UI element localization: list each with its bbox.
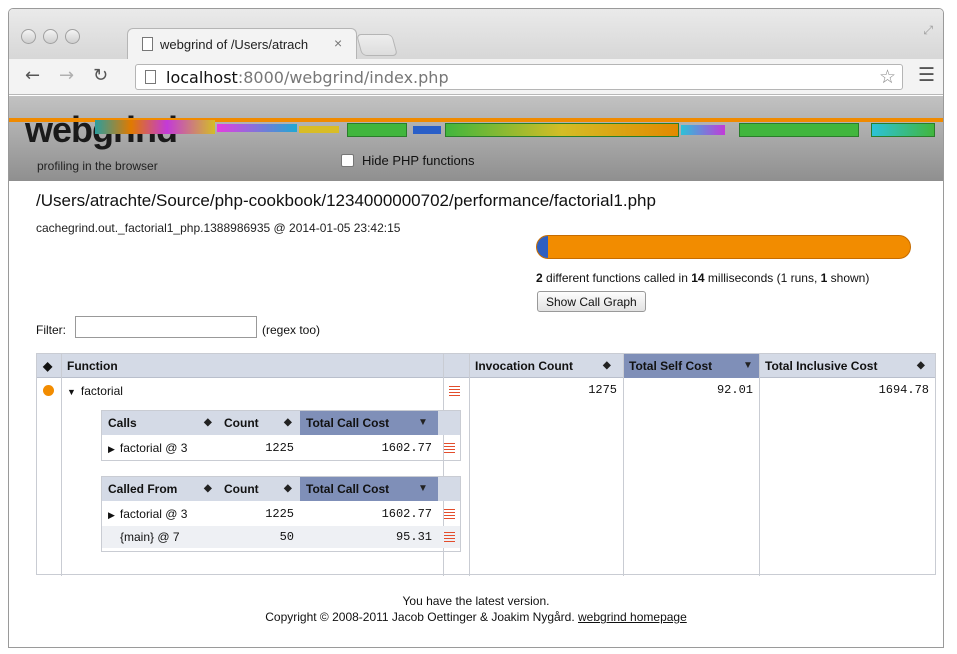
divider [61, 354, 62, 576]
show-select[interactable] [347, 123, 407, 137]
invocation-count-value: 1275 [588, 383, 617, 397]
calls-table-header: Calls ◆ Count ◆ Total Call Cost ▼ [102, 411, 460, 435]
cost-format-select[interactable] [739, 123, 859, 137]
glitch-strip [299, 126, 339, 133]
page-content: /Users/atrachte/Source/php-cookbook/1234… [9, 181, 943, 647]
filter-hint: (regex too) [262, 323, 321, 337]
bookmark-star-icon[interactable]: ☆ [879, 66, 896, 89]
progress-bar [536, 235, 911, 259]
hide-php-option[interactable]: Hide PHP functions [341, 153, 475, 168]
glitch-strip [681, 125, 725, 135]
calls-table: Calls ◆ Count ◆ Total Call Cost ▼ ▶ factoria… [101, 410, 461, 461]
column-function[interactable]: Function [61, 354, 441, 378]
column-calls[interactable]: Calls ◆ [102, 411, 218, 435]
sort-icon: ◆ [603, 360, 611, 371]
menu-icon[interactable]: ☰ [918, 64, 935, 87]
function-table: ◆ Function Invocation Count ◆ Total Self … [36, 353, 936, 576]
browser-toolbar: ← → ↻ localhost:8000/webgrind/index.php … [9, 59, 943, 95]
column-call-cost[interactable]: Total Call Cost ▼ [300, 411, 438, 435]
fullscreen-icon[interactable]: ⤢ [923, 23, 933, 38]
tab-strip: webgrind of /Users/atrach × ⤢ [9, 9, 943, 59]
file-details-icon[interactable] [444, 443, 455, 453]
table-row[interactable]: {main} @ 7 50 95.31 [102, 526, 460, 548]
summary-text: 2 different functions called in 14 milli… [536, 271, 870, 285]
file-details-icon[interactable] [449, 386, 460, 396]
filter-input[interactable] [75, 316, 257, 338]
file-select[interactable] [445, 123, 679, 137]
close-window-button[interactable] [21, 29, 36, 44]
webgrind-homepage-link[interactable]: webgrind homepage [578, 610, 687, 624]
hide-php-checkbox[interactable] [341, 154, 354, 167]
browser-tab[interactable]: webgrind of /Users/atrach × [127, 28, 357, 59]
file-details-icon[interactable] [444, 509, 455, 519]
update-button[interactable] [871, 123, 935, 137]
url-text: localhost:8000/webgrind/index.php [166, 68, 449, 87]
version-notice: You have the latest version. [402, 594, 550, 608]
called-from-table-header: Called From ◆ Count ◆ Total Call Cost ▼ [102, 477, 460, 501]
function-row-name[interactable]: ▼ factorial [67, 384, 123, 398]
page-title: /Users/atrachte/Source/php-cookbook/1234… [36, 191, 656, 210]
webgrind-header: webgrind profiling in the browser Hide P… [9, 96, 943, 181]
column-self-cost[interactable]: Total Self Cost ▼ [623, 354, 759, 378]
glitch-logo-overlay [95, 120, 215, 134]
column-inclusive-cost[interactable]: Total Inclusive Cost ◆ [759, 354, 936, 378]
address-bar[interactable]: localhost:8000/webgrind/index.php ☆ [135, 64, 903, 90]
sort-icon[interactable]: ◆ [37, 354, 61, 378]
column-count[interactable]: Count ◆ [218, 411, 300, 435]
sort-icon: ◆ [917, 360, 925, 371]
tab-title: webgrind of /Users/atrach [160, 37, 309, 52]
minimize-window-button[interactable] [43, 29, 58, 44]
show-call-graph-button[interactable]: Show Call Graph [537, 291, 646, 312]
page-icon [142, 37, 153, 51]
hide-php-label: Hide PHP functions [362, 153, 475, 168]
column-count[interactable]: Count ◆ [218, 477, 300, 501]
footer: You have the latest version. Copyright ©… [9, 593, 943, 625]
file-info: cachegrind.out._factorial1_php.138898693… [36, 221, 401, 235]
expand-triangle-icon: ▶ [108, 444, 115, 454]
back-arrow-icon[interactable]: ← [25, 65, 40, 86]
zoom-window-button[interactable] [65, 29, 80, 44]
divider [623, 354, 624, 576]
browser-window: webgrind of /Users/atrach × ⤢ ← → ↻ loca… [8, 8, 944, 648]
table-row[interactable]: ▶ factorial @ 3 1225 1602.77 [102, 437, 460, 459]
glitch-strip [413, 126, 441, 134]
column-called-from[interactable]: Called From ◆ [102, 477, 218, 501]
filter-label: Filter: [36, 323, 66, 337]
glitch-strip [217, 124, 297, 132]
table-row[interactable]: ▶ factorial @ 3 1225 1602.77 [102, 503, 460, 525]
column-call-cost[interactable]: Total Call Cost ▼ [300, 477, 438, 501]
file-details-icon[interactable] [444, 532, 455, 542]
sort-desc-icon: ▼ [743, 360, 753, 371]
tagline: profiling in the browser [37, 159, 158, 173]
divider [759, 354, 760, 576]
divider [469, 354, 470, 576]
expand-triangle-icon: ▶ [108, 510, 115, 520]
table-header: ◆ Function Invocation Count ◆ Total Self … [37, 354, 935, 378]
inclusive-cost-value: 1694.78 [878, 383, 929, 397]
tab-close-icon[interactable]: × [334, 35, 342, 51]
progress-fill [537, 236, 549, 258]
expand-triangle-icon: ▼ [67, 387, 76, 397]
page-icon [145, 70, 156, 84]
called-from-table: Called From ◆ Count ◆ Total Call Cost ▼ ▶ fa… [101, 476, 461, 552]
new-tab-button[interactable] [356, 34, 398, 56]
column-invocation-count[interactable]: Invocation Count ◆ [469, 354, 617, 378]
copyright: Copyright © 2008-2011 Jacob Oettinger & … [265, 610, 687, 624]
reload-icon[interactable]: ↻ [93, 65, 108, 86]
forward-arrow-icon[interactable]: → [59, 65, 74, 86]
self-cost-value: 92.01 [716, 383, 753, 397]
function-type-dot [43, 385, 54, 396]
